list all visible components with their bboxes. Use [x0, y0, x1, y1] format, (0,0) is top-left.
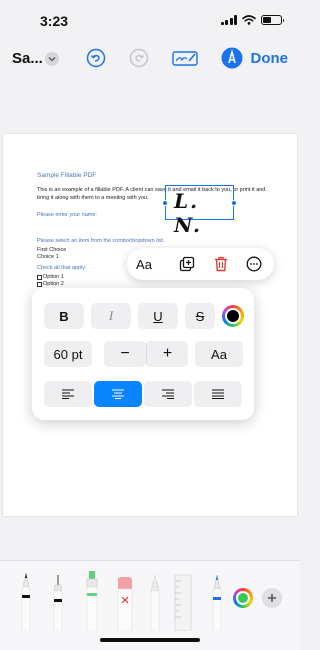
signature-annotation[interactable]: L. N.	[162, 185, 237, 237]
pdf-heading: Sample Fillable PDF	[37, 172, 97, 179]
pdf-option-label: Option 1	[43, 274, 64, 280]
markup-tool-palette	[0, 560, 300, 650]
text-format-popover: B I U S 60 pt − + Aa	[32, 288, 254, 420]
add-tool-button[interactable]	[262, 588, 282, 608]
annotation-context-menu: Aa	[127, 248, 274, 280]
checkbox[interactable]	[37, 274, 42, 280]
align-right-icon[interactable]	[144, 381, 192, 407]
align-center-icon[interactable]	[94, 381, 142, 407]
markup-icon[interactable]	[221, 47, 243, 69]
bold-button[interactable]: B	[44, 303, 84, 329]
resize-handle-left[interactable]	[162, 200, 168, 206]
marker-tool[interactable]	[209, 569, 225, 631]
justify-icon[interactable]	[194, 381, 242, 407]
highlighter-tool[interactable]	[84, 569, 100, 631]
text-style-button[interactable]: Aa	[133, 254, 155, 274]
pdf-select-label: Please select an item from the combo/dro…	[37, 238, 165, 244]
status-time: 3:23	[40, 13, 69, 29]
wifi-icon	[242, 15, 256, 25]
checkbox[interactable]	[37, 281, 42, 287]
decrease-size-button[interactable]: −	[104, 341, 146, 367]
trash-icon[interactable]	[210, 254, 232, 274]
pdf-check-all-label: Check all that apply:	[37, 265, 87, 271]
selected-color-swatch	[227, 310, 239, 322]
pdf-option[interactable]: Option 2	[37, 281, 64, 287]
resize-handle-right[interactable]	[231, 200, 237, 206]
more-icon[interactable]	[243, 254, 265, 274]
duplicate-icon[interactable]	[176, 254, 198, 274]
done-button[interactable]: Done	[251, 50, 289, 67]
signature-icon[interactable]	[172, 47, 198, 69]
strikethrough-button[interactable]: S	[185, 303, 215, 329]
pdf-option[interactable]: Option 1	[37, 274, 64, 280]
home-indicator	[100, 638, 200, 642]
redo-icon[interactable]	[128, 47, 150, 69]
toolbar: Sa... Done	[0, 40, 300, 78]
underline-button[interactable]: U	[138, 303, 178, 329]
pen-tool[interactable]	[18, 569, 34, 631]
plus-icon	[268, 594, 276, 602]
pdf-name-label: Please enter your name:	[37, 212, 97, 218]
signal-icon	[220, 15, 237, 25]
font-size-value: 60 pt	[44, 341, 92, 367]
status-icons	[220, 15, 284, 25]
font-picker-button[interactable]: Aa	[195, 341, 243, 367]
increase-size-button[interactable]: +	[146, 341, 188, 367]
eraser-tool[interactable]	[116, 569, 134, 631]
undo-icon[interactable]	[85, 47, 107, 69]
italic-button[interactable]: I	[91, 303, 131, 329]
align-left-icon[interactable]	[44, 381, 92, 407]
battery-icon	[261, 15, 284, 25]
fineliner-tool[interactable]	[50, 569, 66, 631]
palette-color-picker[interactable]	[233, 588, 253, 608]
color-picker-button[interactable]	[222, 305, 244, 327]
document-title[interactable]: Sa...	[12, 50, 43, 67]
pdf-first-choice-label: First Choice	[37, 247, 67, 253]
pdf-option-label: Option 2	[43, 281, 64, 287]
pdf-choice-value[interactable]: Choice 1	[37, 254, 59, 260]
ruler-tool[interactable]	[173, 569, 193, 631]
pencil-tool[interactable]	[147, 569, 163, 631]
status-bar: 3:23	[0, 0, 300, 40]
chevron-down-icon[interactable]	[45, 52, 59, 66]
signature-text: L. N.	[174, 189, 202, 237]
